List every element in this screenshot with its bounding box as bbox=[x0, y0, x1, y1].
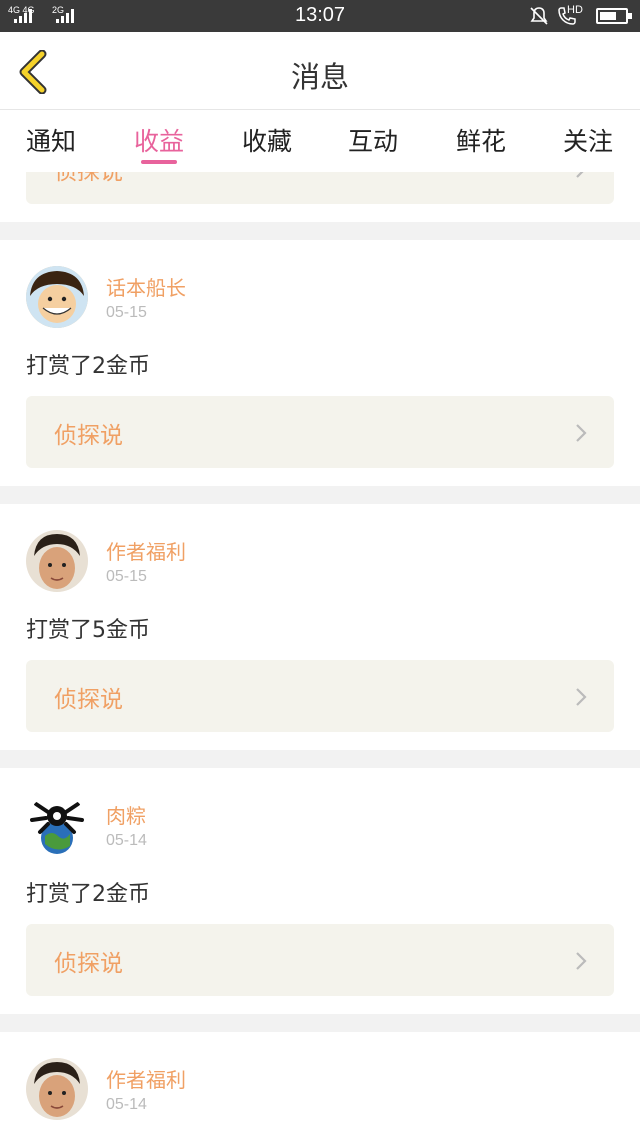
chevron-right-icon bbox=[576, 424, 587, 442]
username[interactable]: 作者福利 bbox=[106, 536, 186, 565]
battery-icon bbox=[596, 8, 632, 24]
message-date: 05-14 bbox=[106, 832, 147, 849]
page-title: 消息 bbox=[290, 60, 349, 94]
message-card: 作者福利 05-15 打赏了5金币 侦探说 bbox=[0, 504, 640, 750]
tab-bar: 通知 收益 收藏 互动 鲜花 关注 bbox=[0, 110, 640, 172]
hd-label: HD bbox=[567, 4, 583, 16]
tab-earnings-label: 收益 bbox=[133, 127, 184, 156]
message-card: 作者福利 05-14 bbox=[0, 1032, 640, 1138]
story-link[interactable]: 侦探说 bbox=[26, 396, 614, 468]
avatar[interactable] bbox=[26, 266, 88, 328]
bell-muted-icon bbox=[530, 7, 548, 25]
header-bar: 消息 bbox=[0, 32, 640, 110]
tab-active-indicator bbox=[141, 160, 177, 164]
chevron-right-icon bbox=[576, 172, 584, 178]
story-link-label: 侦探说 bbox=[54, 423, 123, 449]
avatar[interactable] bbox=[26, 794, 88, 856]
story-link-label: 侦探说 bbox=[54, 687, 123, 713]
tab-interactions[interactable]: 互动 bbox=[333, 122, 413, 158]
message-card: 肉粽 05-14 打赏了2金币 侦探说 bbox=[0, 768, 640, 1014]
story-link[interactable]: 侦探说 bbox=[26, 172, 614, 204]
message-date: 05-14 bbox=[106, 1096, 147, 1113]
chevron-right-icon bbox=[576, 688, 587, 706]
tab-follow[interactable]: 关注 bbox=[548, 122, 628, 158]
tab-notifications[interactable]: 通知 bbox=[11, 122, 91, 158]
avatar[interactable] bbox=[26, 530, 88, 592]
message-text: 打赏了5金币 bbox=[26, 618, 150, 643]
chevron-right-icon bbox=[576, 952, 587, 970]
story-link-label: 侦探说 bbox=[54, 951, 123, 977]
tab-favorites[interactable]: 收藏 bbox=[227, 122, 307, 158]
message-date: 05-15 bbox=[106, 304, 147, 321]
avatar[interactable] bbox=[26, 1058, 88, 1120]
message-list[interactable]: 侦探说 话本船长 05-15 打赏了2金币 侦探说 作者福利 05-15 打赏了… bbox=[0, 172, 640, 1138]
status-bar: 4G 4G 2G 13:07 HD bbox=[0, 0, 640, 32]
username[interactable]: 话本船长 bbox=[106, 272, 186, 301]
username[interactable]: 肉粽 bbox=[106, 800, 146, 829]
username[interactable]: 作者福利 bbox=[106, 1064, 186, 1093]
message-date: 05-15 bbox=[106, 568, 147, 585]
tab-earnings[interactable]: 收益 bbox=[119, 122, 199, 164]
tab-flowers[interactable]: 鲜花 bbox=[441, 122, 521, 158]
message-card-partial: 侦探说 bbox=[0, 172, 640, 222]
story-link[interactable]: 侦探说 bbox=[26, 660, 614, 732]
message-text: 打赏了2金币 bbox=[26, 354, 150, 379]
message-card: 话本船长 05-15 打赏了2金币 侦探说 bbox=[0, 240, 640, 486]
message-text: 打赏了2金币 bbox=[26, 882, 150, 907]
story-link[interactable]: 侦探说 bbox=[26, 924, 614, 996]
story-link-label: 侦探说 bbox=[54, 172, 123, 185]
